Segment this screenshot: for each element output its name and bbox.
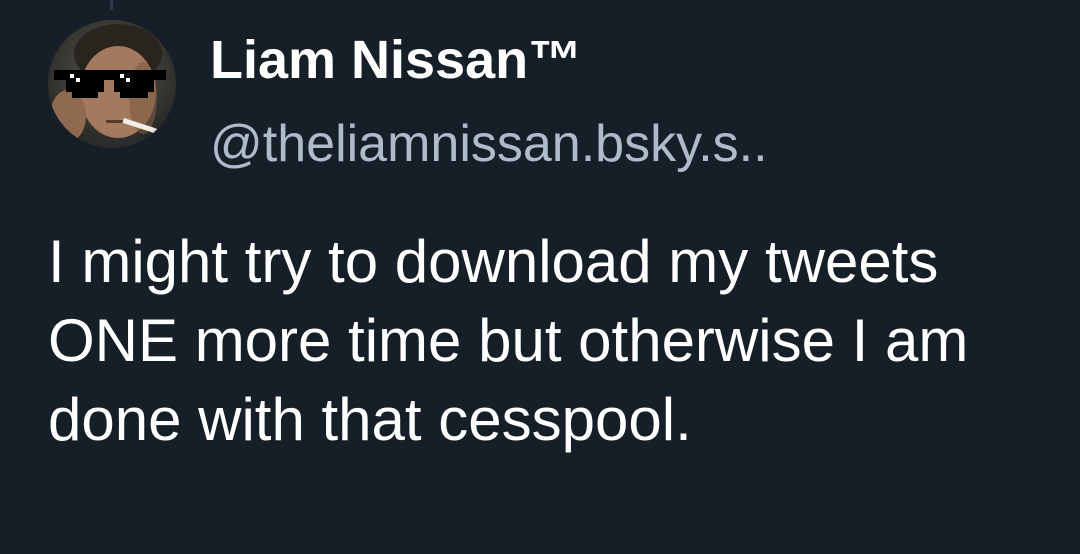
avatar-image <box>48 20 176 148</box>
thread-connector-line <box>110 0 113 10</box>
avatar[interactable] <box>48 20 176 148</box>
post-text: I might try to download my tweets ONE mo… <box>48 228 969 453</box>
author-display-name[interactable]: Liam Nissan™ <box>210 24 582 96</box>
author-handle[interactable]: @theliamnissan.bsky.s.. <box>210 108 768 180</box>
